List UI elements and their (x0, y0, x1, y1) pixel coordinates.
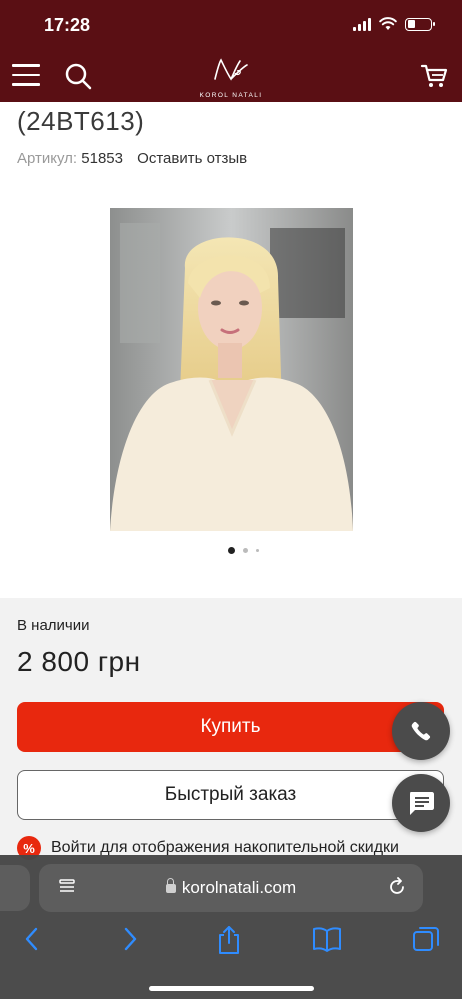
status-icons (353, 17, 435, 31)
logo-text: KOROL NATALI (199, 92, 263, 99)
phone-icon (411, 721, 431, 741)
wifi-icon (379, 17, 397, 30)
buy-button[interactable]: Купить (17, 702, 444, 752)
site-header: KOROL NATALI (0, 50, 462, 102)
tabs-icon[interactable] (412, 925, 440, 953)
battery-icon (405, 17, 435, 31)
logo-mark-icon (214, 58, 248, 81)
call-button[interactable] (392, 702, 450, 760)
stock-status: В наличии (17, 617, 90, 634)
address-bar[interactable]: korolnatali.com (39, 864, 423, 912)
browser-chrome: korolnatali.com (0, 855, 462, 999)
previous-tab-peek[interactable] (0, 865, 30, 911)
carousel-dot[interactable] (228, 547, 235, 554)
leave-review-link[interactable]: Оставить отзыв (137, 150, 247, 167)
quick-order-button[interactable]: Быстрый заказ (17, 770, 444, 820)
product-photo-illustration (110, 208, 353, 531)
url-text: korolnatali.com (181, 878, 297, 897)
sku-value: 51853 (81, 150, 123, 167)
cellular-signal-icon (353, 17, 371, 31)
forward-icon[interactable] (120, 925, 140, 953)
lock-icon (165, 878, 176, 893)
search-icon[interactable] (64, 62, 92, 90)
sku-label: Артикул: (17, 150, 78, 167)
site-logo[interactable]: KOROL NATALI (198, 55, 264, 99)
product-title: (24BT613) (17, 106, 145, 136)
reload-icon[interactable] (387, 877, 407, 897)
chat-button[interactable] (392, 774, 450, 832)
url-display[interactable]: korolnatali.com (39, 878, 423, 898)
share-icon[interactable] (216, 925, 242, 955)
browser-toolbar (0, 925, 462, 955)
home-indicator (149, 986, 314, 991)
image-carousel-dots[interactable] (228, 547, 259, 554)
product-image[interactable] (110, 208, 353, 531)
cart-icon[interactable] (420, 62, 448, 90)
chat-icon (410, 792, 434, 815)
bookmarks-icon[interactable] (312, 925, 342, 953)
product-meta: Артикул: 51853 Оставить отзыв (17, 150, 247, 167)
status-time: 17:28 (44, 15, 91, 35)
back-icon[interactable] (22, 925, 42, 953)
menu-icon[interactable] (12, 64, 40, 88)
product-price: 2 800 грн (17, 646, 141, 677)
carousel-dot[interactable] (256, 549, 259, 552)
status-bar: 17:28 (0, 0, 462, 50)
carousel-dot[interactable] (243, 548, 248, 553)
